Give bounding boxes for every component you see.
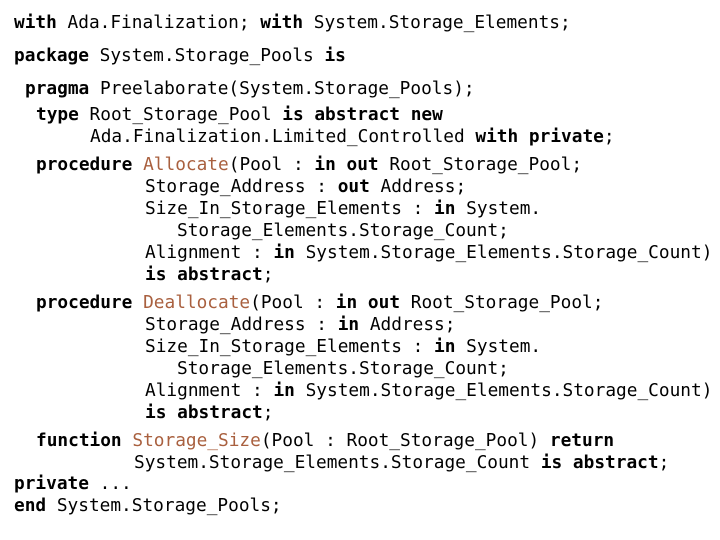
- ada-code-text: ;: [603, 126, 615, 147]
- line-function-storage-size: function Storage_Size(Pool : Root_Storag…: [36, 432, 614, 450]
- line-with-clauses: with Ada.Finalization; with System.Stora…: [14, 14, 571, 32]
- line-allocate-is-abstract: is abstract;: [145, 266, 273, 284]
- ada-code-text: System.Storage_Elements;: [303, 12, 571, 33]
- ada-keyword: procedure: [36, 292, 133, 313]
- ada-code-text: ...: [88, 473, 132, 494]
- ada-keyword: in out: [335, 292, 401, 313]
- ada-code-text: Preelaborate(System.Storage_Pools);: [89, 78, 475, 99]
- ada-keyword: is abstract new: [282, 104, 443, 125]
- ada-keyword: is abstract: [145, 264, 263, 285]
- ada-keyword: in: [434, 198, 456, 219]
- ada-keyword: package: [14, 45, 89, 66]
- line-allocate-size-cont: Storage_Elements.Storage_Count;: [177, 222, 509, 240]
- line-procedure-allocate: procedure Allocate(Pool : in out Root_St…: [36, 156, 582, 174]
- ada-code-text: System.: [455, 198, 542, 219]
- line-deallocate-is-abstract: is abstract;: [145, 404, 273, 422]
- ada-code-text: [132, 292, 143, 313]
- ada-code-text: Size_In_Storage_Elements :: [145, 198, 435, 219]
- line-private: private ...: [14, 475, 132, 493]
- ada-keyword: in: [273, 242, 295, 263]
- ada-keyword: private: [14, 473, 89, 494]
- ada-keyword: with: [14, 12, 57, 33]
- ada-code-text: System.Storage_Pools: [88, 45, 325, 66]
- ada-keyword: is: [324, 45, 346, 66]
- ada-subprogram-name: Storage_Size: [132, 430, 261, 451]
- line-deallocate-alignment: Alignment : in System.Storage_Elements.S…: [145, 382, 712, 400]
- ada-code-text: (Pool : Root_Storage_Pool): [260, 430, 550, 451]
- ada-keyword: function: [36, 430, 122, 451]
- ada-code-text: Ada.Finalization.Limited_Controlled: [90, 126, 476, 147]
- ada-code-text: ;: [262, 402, 274, 423]
- line-allocate-storage-address: Storage_Address : out Address;: [145, 178, 466, 196]
- ada-code-text: Root_Storage_Pool;: [400, 292, 604, 313]
- line-end-package: end System.Storage_Pools;: [14, 497, 282, 515]
- ada-keyword: end: [14, 495, 47, 516]
- ada-code-text: [132, 154, 143, 175]
- ada-code-text: System.Storage_Elements.Storage_Count: [134, 452, 541, 473]
- ada-code-text: Address;: [359, 314, 456, 335]
- ada-keyword: type: [36, 104, 79, 125]
- ada-keyword: with: [260, 12, 304, 33]
- ada-code-text: Storage_Elements.Storage_Count;: [177, 358, 509, 379]
- ada-keyword: is abstract: [540, 452, 659, 473]
- line-type-root-storage-pool: type Root_Storage_Pool is abstract new: [36, 106, 443, 124]
- ada-keyword: procedure: [36, 154, 133, 175]
- ada-code-text: (Pool :: [228, 154, 315, 175]
- ada-keyword: with private: [475, 126, 604, 147]
- line-allocate-size: Size_In_Storage_Elements : in System.: [145, 200, 541, 218]
- ada-keyword: is abstract: [145, 402, 263, 423]
- ada-keyword: pragma: [25, 78, 90, 99]
- ada-keyword: in: [434, 336, 456, 357]
- ada-code-text: [122, 430, 133, 451]
- ada-code-text: System.Storage_Pools;: [46, 495, 282, 516]
- ada-code-text: System.Storage_Elements.Storage_Count): [294, 380, 713, 401]
- ada-subprogram-name: Deallocate: [143, 292, 251, 313]
- ada-code-text: System.Storage_Elements.Storage_Count): [294, 242, 713, 263]
- ada-subprogram-name: Allocate: [143, 154, 229, 175]
- ada-keyword: return: [549, 430, 615, 451]
- ada-code-text: System.: [455, 336, 542, 357]
- ada-code-text: Address;: [369, 176, 467, 197]
- ada-code-text: Root_Storage_Pool: [78, 104, 283, 125]
- ada-code-text: (Pool :: [250, 292, 336, 313]
- ada-code-text: Storage_Elements.Storage_Count;: [177, 220, 509, 241]
- ada-code-text: ;: [262, 264, 274, 285]
- ada-keyword: in: [337, 314, 360, 335]
- ada-code-text: Size_In_Storage_Elements :: [145, 336, 435, 357]
- line-deallocate-storage-address: Storage_Address : in Address;: [145, 316, 455, 334]
- ada-code-text: Root_Storage_Pool;: [378, 154, 583, 175]
- line-type-parent: Ada.Finalization.Limited_Controlled with…: [90, 128, 615, 146]
- line-deallocate-size-cont: Storage_Elements.Storage_Count;: [177, 360, 509, 378]
- line-allocate-alignment: Alignment : in System.Storage_Elements.S…: [145, 244, 712, 262]
- ada-keyword: out: [337, 176, 370, 197]
- ada-keyword: in out: [314, 154, 379, 175]
- ada-keyword: in: [273, 380, 295, 401]
- document-page: with Ada.Finalization; with System.Stora…: [0, 0, 720, 540]
- line-procedure-deallocate: procedure Deallocate(Pool : in out Root_…: [36, 294, 603, 312]
- ada-code-text: Alignment :: [145, 380, 274, 401]
- line-package-decl: package System.Storage_Pools is: [14, 47, 346, 65]
- ada-code-text: ;: [658, 452, 670, 473]
- ada-code-text: Storage_Address :: [145, 314, 338, 335]
- ada-code-text: Alignment :: [145, 242, 274, 263]
- line-pragma-preelaborate: pragma Preelaborate(System.Storage_Pools…: [25, 80, 475, 98]
- ada-code-text: Storage_Address :: [145, 176, 338, 197]
- line-deallocate-size: Size_In_Storage_Elements : in System.: [145, 338, 541, 356]
- ada-code-text: Ada.Finalization;: [56, 12, 261, 33]
- line-function-return-type: System.Storage_Elements.Storage_Count is…: [134, 454, 669, 472]
